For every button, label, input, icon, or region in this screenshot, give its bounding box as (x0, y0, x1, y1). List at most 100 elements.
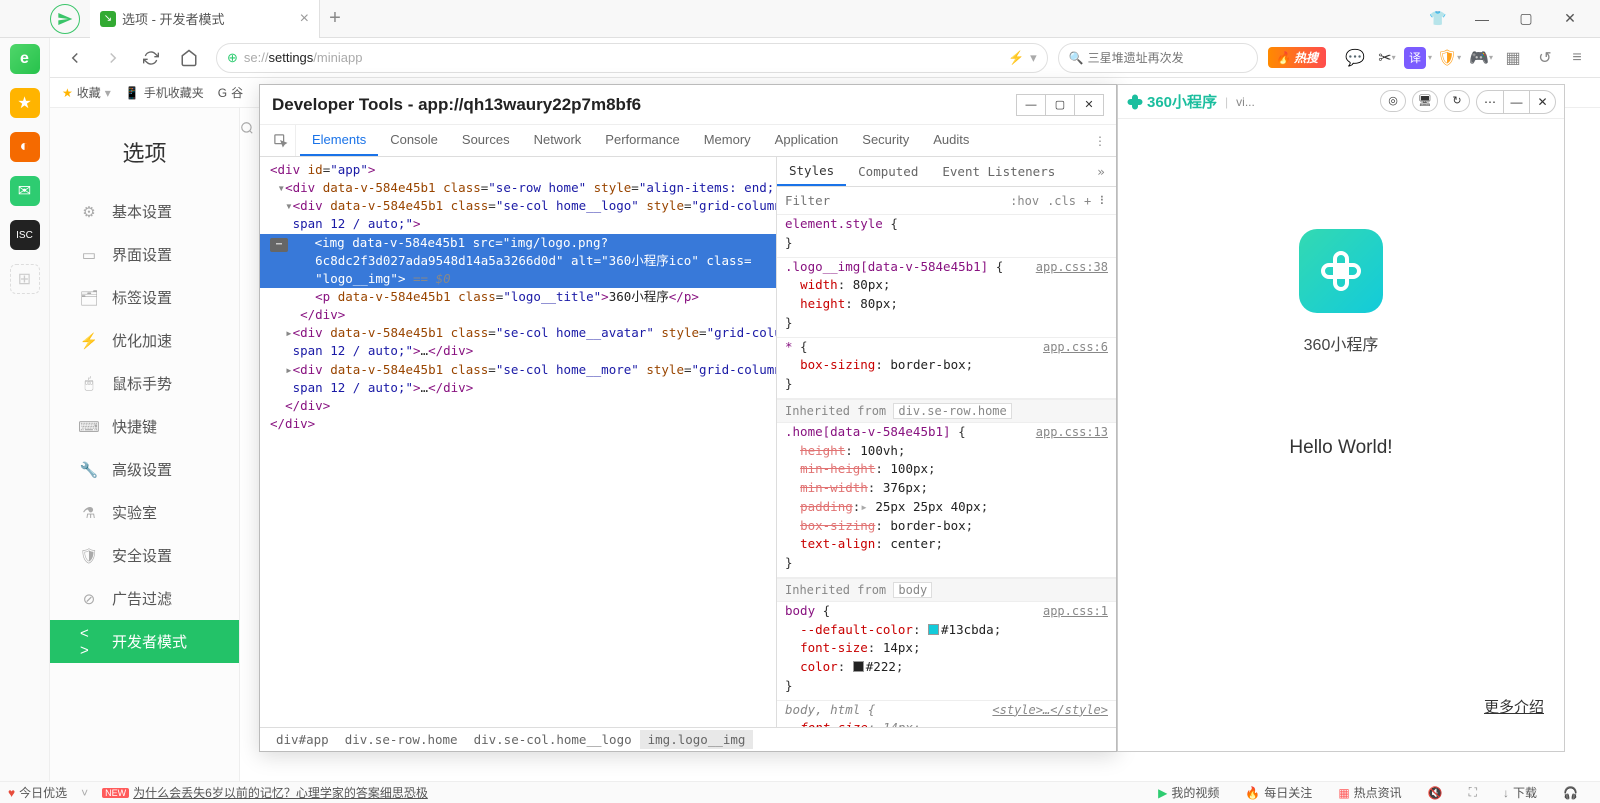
source-link[interactable]: app.css:1 (1043, 602, 1108, 620)
headphone-icon[interactable]: 🎧 (1563, 786, 1578, 800)
source-link[interactable]: app.css:38 (1036, 258, 1108, 276)
search-box[interactable]: 🔍 (1058, 43, 1258, 73)
devtools-breadcrumb[interactable]: div#app div.se-row.home div.se-col.home_… (260, 727, 1116, 751)
maximize-button[interactable]: ▢ (1504, 0, 1548, 38)
devtools-tab-performance[interactable]: Performance (593, 125, 691, 156)
inspect-icon[interactable] (266, 125, 296, 156)
browser-tab[interactable]: ↘ 选项 - 开发者模式 × (90, 0, 320, 38)
hot-search-badge[interactable]: 🔥 热搜 (1268, 47, 1326, 68)
devtools-tab-audits[interactable]: Audits (921, 125, 981, 156)
address-bar[interactable]: ⊕ se://settings/miniapp ⚡ ▾ (216, 43, 1048, 73)
hot-news[interactable]: ▦热点资讯 (1338, 784, 1401, 801)
devtools-maximize[interactable]: ▢ (1045, 94, 1075, 116)
mail-icon[interactable]: ✉ (10, 176, 40, 206)
hov-button[interactable]: :hov (1010, 194, 1039, 208)
breadcrumb-item[interactable]: div.se-row.home (337, 730, 466, 749)
search-input[interactable] (1088, 51, 1247, 65)
breadcrumb-item-current[interactable]: img.logo__img (640, 730, 754, 749)
miniapp-close[interactable]: ✕ (1529, 91, 1555, 113)
devtools-titlebar[interactable]: Developer Tools - app://qh13waury22p7m8b… (260, 85, 1116, 125)
styles-tab-styles[interactable]: Styles (777, 157, 846, 186)
mobile-fav-button[interactable]: 📱手机收藏夹 (125, 84, 204, 101)
sidebar-item-3[interactable]: ⚡优化加速 (50, 319, 239, 362)
source-link[interactable]: app.css:6 (1043, 338, 1108, 356)
miniapp-minimize[interactable]: — (1503, 91, 1529, 113)
close-tab-icon[interactable]: × (300, 10, 309, 28)
isc-icon[interactable]: ISC (10, 220, 40, 250)
sidebar-item-6[interactable]: 🔧高级设置 (50, 448, 239, 491)
miniapp-desktop-icon[interactable]: 🖥 (1412, 90, 1438, 112)
devtools-window: Developer Tools - app://qh13waury22p7m8b… (259, 84, 1117, 752)
my-video[interactable]: ▶我的视频 (1158, 784, 1219, 801)
devtools-more-icon[interactable]: ⋮ (1084, 125, 1116, 156)
sound-icon[interactable]: 🔇 (1428, 786, 1443, 800)
elements-panel[interactable]: <div id="app"> ▾<div data-v-584e45b1 cla… (260, 157, 776, 727)
sidebar-item-2[interactable]: 🗂标签设置 (50, 276, 239, 319)
comment-icon[interactable]: 💬 (1340, 43, 1370, 73)
breadcrumb-item[interactable]: div.se-col.home__logo (466, 730, 640, 749)
close-button[interactable]: ✕ (1548, 0, 1592, 38)
devtools-tab-application[interactable]: Application (763, 125, 851, 156)
miniapp-refresh-icon[interactable]: ↻ (1444, 90, 1470, 112)
translate-icon[interactable]: 译 (1404, 47, 1426, 69)
google-bookmark[interactable]: G谷 (218, 84, 243, 101)
minimize-button[interactable]: — (1460, 0, 1504, 38)
reload-button[interactable] (134, 41, 168, 75)
styles-overflow-icon[interactable]: » (1086, 157, 1116, 186)
today-pick[interactable]: ♥今日优选 (8, 784, 67, 801)
source-link[interactable]: app.css:13 (1036, 423, 1108, 441)
favorites-icon[interactable]: ★ (10, 88, 40, 118)
selected-dom-node[interactable]: ⋯ <img data-v-584e45b1 src="img/logo.png… (260, 234, 776, 252)
devtools-tab-sources[interactable]: Sources (450, 125, 522, 156)
weibo-icon[interactable]: ◐ (10, 132, 40, 162)
game-icon[interactable]: 🎮▾ (1466, 43, 1496, 73)
restore-icon[interactable]: ↺ (1530, 43, 1560, 73)
addr-dropdown-icon[interactable]: ▾ (1030, 50, 1037, 66)
breadcrumb-item[interactable]: div#app (268, 730, 337, 749)
sidebar-item-8[interactable]: 🛡安全设置 (50, 534, 239, 577)
forward-button[interactable] (96, 41, 130, 75)
back-button[interactable] (58, 41, 92, 75)
send-icon[interactable] (50, 4, 80, 34)
home-button[interactable] (172, 41, 206, 75)
miniapp-more[interactable]: ⋯ (1477, 91, 1503, 113)
sidebar-item-4[interactable]: 🖱鼠标手势 (50, 362, 239, 405)
devtools-close[interactable]: ✕ (1074, 94, 1104, 116)
skin-icon[interactable]: 👕 (1416, 0, 1460, 38)
devtools-tab-network[interactable]: Network (522, 125, 594, 156)
cls-button[interactable]: .cls (1047, 194, 1076, 208)
menu-icon[interactable]: ≡ (1562, 43, 1592, 73)
sidebar-item-0[interactable]: ⚙基本设置 (50, 190, 239, 233)
news-link[interactable]: NEW为什么会丢失6岁以前的记忆？心理学家的答案细思恐极 (102, 784, 428, 801)
devtools-tab-memory[interactable]: Memory (692, 125, 763, 156)
more-link[interactable]: 更多介绍 (1484, 696, 1544, 717)
styles-tab-listeners[interactable]: Event Listeners (930, 157, 1067, 186)
styles-filter-input[interactable] (785, 193, 1010, 208)
scissors-icon[interactable]: ✂▾ (1372, 43, 1402, 73)
styles-body[interactable]: element.style {} app.css:38.logo__img[da… (777, 215, 1116, 727)
download-button[interactable]: ↓下载 (1503, 784, 1537, 801)
sidebar-item-7[interactable]: ⚗实验室 (50, 491, 239, 534)
grid-icon[interactable]: ▦ (1498, 43, 1528, 73)
new-tab-button[interactable]: + (320, 7, 350, 30)
sidebar-item-5[interactable]: ⌨快捷键 (50, 405, 239, 448)
devtools-minimize[interactable]: — (1016, 94, 1046, 116)
sidebar-item-1[interactable]: ▭界面设置 (50, 233, 239, 276)
browser-logo-icon[interactable]: e (10, 44, 40, 74)
devtools-tab-security[interactable]: Security (850, 125, 921, 156)
news-dropdown[interactable]: ˅ (81, 786, 88, 800)
lightning-icon[interactable]: ⚡ (1008, 50, 1024, 66)
devtools-tab-elements[interactable]: Elements (300, 125, 378, 156)
styles-menu-icon[interactable]: ⠇ (1099, 194, 1108, 208)
app-grid-icon[interactable]: ⊞ (10, 264, 40, 294)
styles-tab-computed[interactable]: Computed (846, 157, 930, 186)
sidebar-item-10[interactable]: < >开发者模式 (50, 620, 239, 663)
security-icon[interactable]: 🛡▾ (1434, 43, 1464, 73)
favorites-button[interactable]: ★收藏 ▾ (62, 84, 111, 101)
devtools-tab-console[interactable]: Console (378, 125, 450, 156)
capture-icon[interactable]: ⛶ (1469, 785, 1477, 800)
miniapp-compass-icon[interactable]: ◎ (1380, 90, 1406, 112)
sidebar-item-9[interactable]: ⊘广告过滤 (50, 577, 239, 620)
add-rule-button[interactable]: + (1084, 194, 1091, 208)
daily-focus[interactable]: 🔥每日关注 (1245, 784, 1312, 801)
